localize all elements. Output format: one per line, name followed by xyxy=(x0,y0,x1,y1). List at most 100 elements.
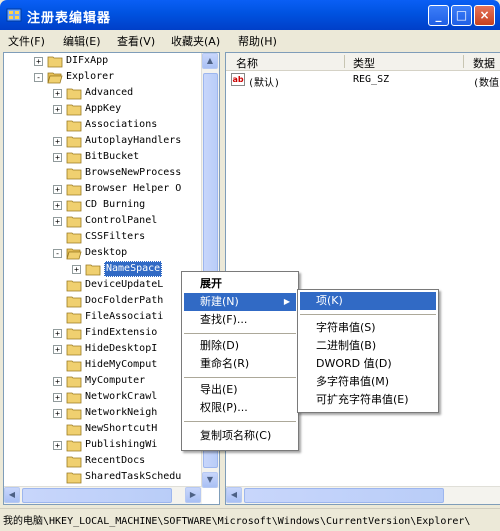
expand-icon[interactable]: + xyxy=(72,265,81,274)
status-bar: 我的电脑\HKEY_LOCAL_MACHINE\SOFTWARE\Microso… xyxy=(0,508,500,531)
tree-item[interactable]: CSSFilters xyxy=(4,229,204,245)
hscroll-thumb[interactable] xyxy=(22,488,172,503)
menu-view[interactable]: 查看(V) xyxy=(117,33,155,49)
expand-icon[interactable]: + xyxy=(53,409,62,418)
column-data[interactable]: 数据 xyxy=(473,55,495,71)
folder-icon xyxy=(47,56,63,68)
expand-icon[interactable]: + xyxy=(53,201,62,210)
tree-item-label: PublishingWi xyxy=(85,439,158,450)
tree-item[interactable]: Associations xyxy=(4,117,204,133)
ctx-permissions[interactable]: 权限(P)... xyxy=(184,399,296,417)
tree-item[interactable]: SharedTaskSchedu xyxy=(4,469,204,485)
new-multi-string-value[interactable]: 多字符串值(M) xyxy=(300,373,436,391)
tree-item-label: NewShortcutH xyxy=(85,423,158,434)
tree-item[interactable]: DocFolderPath xyxy=(4,293,204,309)
registry-editor-icon xyxy=(6,8,22,22)
tree-item-label: DocFolderPath xyxy=(85,295,164,306)
tree-item[interactable]: HideMyComput xyxy=(4,357,204,373)
menu-edit[interactable]: 编辑(E) xyxy=(63,33,101,49)
list-horizontal-scrollbar[interactable]: ◀ xyxy=(226,486,500,504)
tree-item[interactable]: + NetworkNeigh xyxy=(4,405,204,421)
minimize-button[interactable]: _ xyxy=(428,5,449,26)
tree-item[interactable]: + NameSpace xyxy=(4,261,204,277)
expand-icon[interactable]: + xyxy=(53,153,62,162)
column-type[interactable]: 类型 xyxy=(353,55,375,71)
column-name[interactable]: 名称 xyxy=(236,55,258,71)
tree-item[interactable]: + BitBucket xyxy=(4,149,204,165)
tree-item-label: Desktop xyxy=(85,247,128,258)
tree-item[interactable]: + ControlPanel xyxy=(4,213,204,229)
new-string-value[interactable]: 字符串值(S) xyxy=(300,319,436,337)
scroll-left-button[interactable]: ◀ xyxy=(4,487,20,503)
tree-item-label: RecentDocs xyxy=(85,455,146,466)
tree-item[interactable]: + AutoplayHandlers xyxy=(4,133,204,149)
expand-icon[interactable]: + xyxy=(53,441,62,450)
tree-item-label: NetworkCrawl xyxy=(85,391,158,402)
folder-icon xyxy=(66,456,82,468)
tree-item[interactable]: FileAssociati xyxy=(4,309,204,325)
tree-item[interactable]: RecentDocs xyxy=(4,453,204,469)
new-expandable-string-value[interactable]: 可扩充字符串值(E) xyxy=(300,391,436,409)
list-row[interactable]: ab (默认) REG_SZ (数值 xyxy=(226,72,500,89)
ctx-delete[interactable]: 删除(D) xyxy=(184,337,296,355)
expand-icon[interactable]: + xyxy=(53,137,62,146)
ctx-find[interactable]: 查找(F)... xyxy=(184,311,296,329)
ctx-copy-key-name[interactable]: 复制项名称(C) xyxy=(184,427,296,445)
expand-icon[interactable]: + xyxy=(53,89,62,98)
ctx-expand[interactable]: 展开 xyxy=(184,275,296,293)
expand-icon[interactable]: + xyxy=(53,345,62,354)
hscroll-thumb[interactable] xyxy=(244,488,444,503)
collapse-icon[interactable]: - xyxy=(34,73,43,82)
ctx-new[interactable]: 新建(N) ▶ xyxy=(184,293,296,311)
new-dword-value[interactable]: DWORD 值(D) xyxy=(300,355,436,373)
tree-item-label: HideDesktopI xyxy=(85,343,158,354)
expand-icon[interactable]: + xyxy=(53,105,62,114)
tree-item-label: BitBucket xyxy=(85,151,140,162)
tree-item[interactable]: + MyComputer xyxy=(4,373,204,389)
tree-item[interactable]: + HideDesktopI xyxy=(4,341,204,357)
tree-item[interactable]: + Advanced xyxy=(4,85,204,101)
expand-icon[interactable]: + xyxy=(53,217,62,226)
tree-horizontal-scrollbar[interactable]: ◀ ▶ xyxy=(4,486,202,504)
expand-icon[interactable]: + xyxy=(53,185,62,194)
tree-item-label: NetworkNeigh xyxy=(85,407,158,418)
tree-item-label: AppKey xyxy=(85,103,122,114)
string-value-icon: ab xyxy=(231,73,245,86)
collapse-icon[interactable]: - xyxy=(53,249,62,258)
menu-favorites[interactable]: 收藏夹(A) xyxy=(171,33,220,49)
folder-icon xyxy=(66,216,82,228)
title-bar[interactable]: 注册表编辑器 _ □ × xyxy=(0,0,500,30)
tree-item-label: Advanced xyxy=(85,87,134,98)
tree-item[interactable]: + CD Burning xyxy=(4,197,204,213)
tree-item[interactable]: - Desktop xyxy=(4,245,204,261)
menu-help[interactable]: 帮助(H) xyxy=(238,33,277,49)
expand-icon[interactable]: + xyxy=(34,57,43,66)
expand-icon[interactable]: + xyxy=(53,377,62,386)
list-header: 名称 类型 数据 xyxy=(226,53,500,71)
scroll-up-button[interactable]: ▲ xyxy=(202,53,218,69)
tree-item-label: CD Burning xyxy=(85,199,146,210)
ctx-rename[interactable]: 重命名(R) xyxy=(184,355,296,373)
status-path: 我的电脑\HKEY_LOCAL_MACHINE\SOFTWARE\Microso… xyxy=(3,516,471,527)
maximize-button[interactable]: □ xyxy=(451,5,472,26)
tree-item[interactable]: + Browser Helper O xyxy=(4,181,204,197)
tree-item[interactable]: + AppKey xyxy=(4,101,204,117)
tree-item[interactable]: - Explorer xyxy=(4,69,204,85)
close-button[interactable]: × xyxy=(474,5,495,26)
tree-item[interactable]: NewShortcutH xyxy=(4,421,204,437)
scroll-right-button[interactable]: ▶ xyxy=(185,487,201,503)
scroll-left-button[interactable]: ◀ xyxy=(226,487,242,503)
menu-file[interactable]: 文件(F) xyxy=(8,33,45,49)
scroll-down-button[interactable]: ▼ xyxy=(202,472,218,488)
new-binary-value[interactable]: 二进制值(B) xyxy=(300,337,436,355)
tree-item[interactable]: + FindExtensio xyxy=(4,325,204,341)
ctx-export[interactable]: 导出(E) xyxy=(184,381,296,399)
tree-item[interactable]: + PublishingWi xyxy=(4,437,204,453)
tree-item[interactable]: DeviceUpdateL xyxy=(4,277,204,293)
expand-icon[interactable]: + xyxy=(53,329,62,338)
tree-item[interactable]: + NetworkCrawl xyxy=(4,389,204,405)
expand-icon[interactable]: + xyxy=(53,393,62,402)
tree-item[interactable]: + DIFxApp xyxy=(4,53,204,69)
new-key[interactable]: 项(K) xyxy=(300,292,436,310)
tree-item[interactable]: BrowseNewProcess xyxy=(4,165,204,181)
